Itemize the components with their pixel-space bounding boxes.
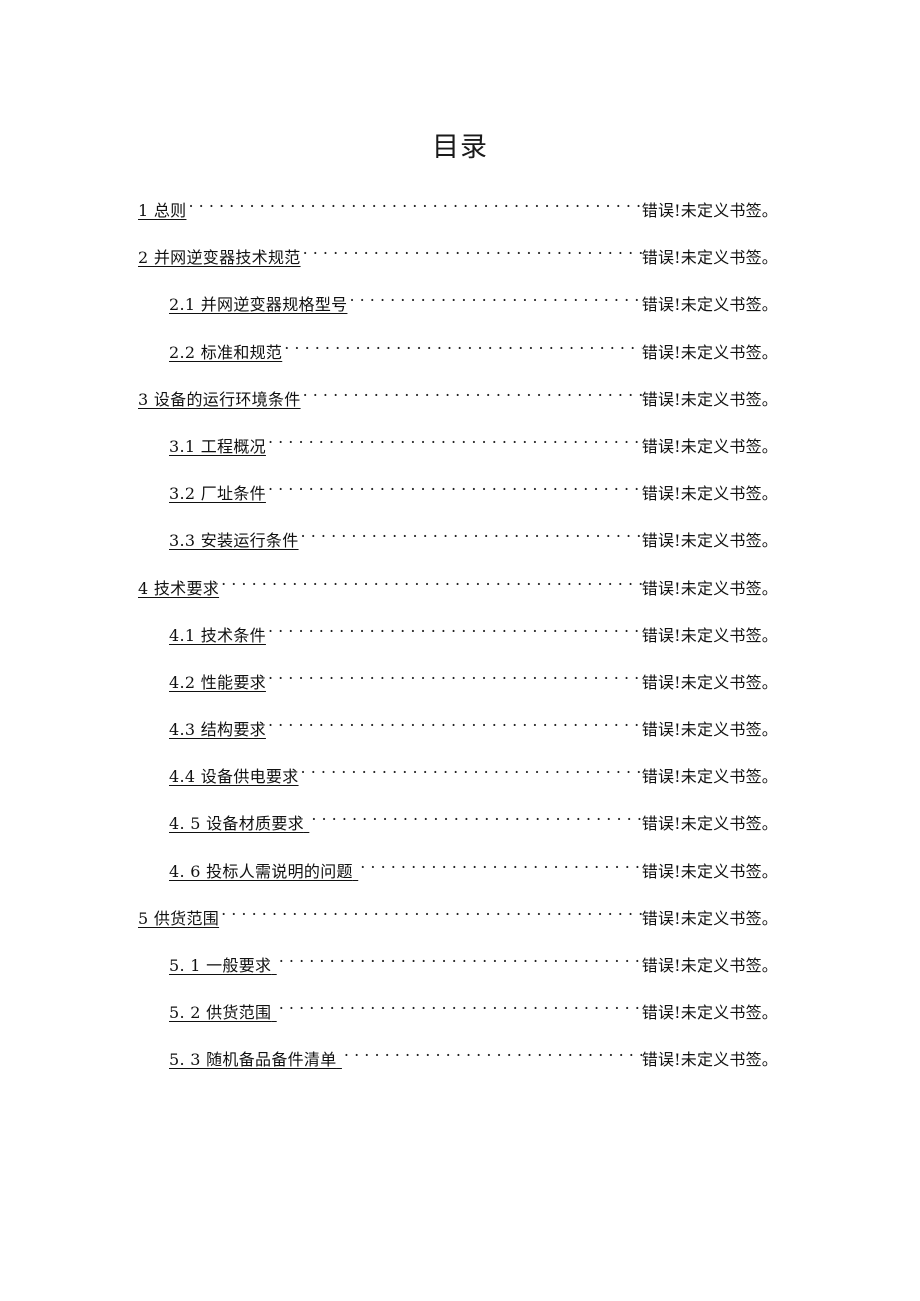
page-title: 目录 — [432, 132, 488, 163]
toc-entry-page-ref: 错误!未定义书签。 — [641, 531, 778, 551]
toc-dot-leader — [268, 432, 642, 452]
toc-entry-label[interactable]: 2.1 并网逆变器规格型号 — [169, 293, 347, 317]
toc-entry-page-ref: 错误!未定义书签。 — [641, 767, 778, 787]
toc-dot-leader — [349, 290, 641, 310]
toc-dot-leader — [344, 1045, 642, 1065]
toc-entry-page-ref: 错误!未定义书签。 — [641, 861, 778, 881]
toc-entry-label[interactable]: 3 设备的运行环境条件 — [138, 388, 301, 412]
toc-entry-page-ref: 错误!未定义书签。 — [641, 201, 778, 220]
toc-entry-page-ref: 错误!未定义书签。 — [641, 578, 778, 598]
toc-entry-page-ref: 错误!未定义书签。 — [641, 389, 778, 409]
toc-entry-label[interactable]: 2.2 标准和规范 — [169, 341, 282, 365]
toc-dot-leader — [303, 243, 642, 263]
toc-entry-page-ref: 错误!未定义书签。 — [641, 956, 778, 975]
toc-entry-label[interactable]: 3.2 厂址条件 — [169, 482, 266, 506]
toc-dot-leader — [268, 668, 642, 688]
toc-dot-leader — [221, 904, 642, 924]
toc-dot-leader — [268, 715, 642, 735]
toc-entry-label[interactable]: 4.4 设备供电要求 — [169, 765, 299, 789]
toc-entry[interactable]: 4. 6 投标人需说明的问题 错误!未定义书签。 — [138, 857, 778, 904]
toc-entry-page-ref: 错误!未定义书签。 — [641, 248, 778, 268]
toc-entry-label[interactable]: 4.3 结构要求 — [169, 718, 266, 742]
toc-dot-leader — [188, 196, 641, 216]
toc-entry-page-ref: 错误!未定义书签。 — [641, 342, 778, 362]
toc-entry-page-ref: 错误!未定义书签。 — [641, 814, 778, 834]
toc-entry[interactable]: 2.1 并网逆变器规格型号 错误!未定义书签。 — [138, 290, 778, 337]
toc-dot-leader — [301, 762, 642, 782]
toc-dot-leader — [311, 809, 641, 829]
toc-entry[interactable]: 5 供货范围 错误!未定义书签。 — [138, 904, 778, 951]
toc-entry[interactable]: 4.3 结构要求 错误!未定义书签。 — [138, 715, 778, 762]
toc-dot-leader — [221, 574, 642, 594]
toc-entry[interactable]: 1 总则 错误!未定义书签。 — [138, 196, 778, 243]
toc-entry-page-ref: 错误!未定义书签。 — [641, 720, 778, 740]
toc-dot-leader — [360, 857, 642, 877]
toc-entry-label[interactable]: 2 并网逆变器技术规范 — [138, 246, 301, 270]
toc-entry-label[interactable]: 1 总则 — [138, 199, 186, 223]
toc-entry-page-ref: 错误!未定义书签。 — [641, 1050, 778, 1070]
toc-entry-label[interactable]: 5. 2 供货范围 — [169, 1001, 277, 1025]
toc-entry-label[interactable]: 4 技术要求 — [138, 577, 219, 601]
toc-entry[interactable]: 4.4 设备供电要求 错误!未定义书签。 — [138, 762, 778, 809]
toc-entry[interactable]: 4. 5 设备材质要求 错误!未定义书签。 — [138, 809, 778, 856]
toc-dot-leader — [303, 385, 642, 405]
toc-entry-label[interactable]: 3.1 工程概况 — [169, 435, 266, 459]
toc-entry-label[interactable]: 4. 5 设备材质要求 — [169, 812, 309, 836]
document-page: 目录 1 总则错误!未定义书签。2 并网逆变器技术规范错误!未定义书签。2.1 … — [0, 0, 920, 1301]
toc-entry-label[interactable]: 4.2 性能要求 — [169, 671, 266, 695]
toc-entry-page-ref: 错误!未定义书签。 — [641, 436, 778, 456]
toc-entry-label[interactable]: 3.3 安装运行条件 — [169, 529, 299, 553]
toc-entry-page-ref: 错误!未定义书签。 — [641, 295, 778, 315]
toc-entry[interactable]: 3.3 安装运行条件 错误!未定义书签。 — [138, 526, 778, 573]
toc-entry[interactable]: 3.1 工程概况 错误!未定义书签。 — [138, 432, 778, 479]
toc-entry[interactable]: 2.2 标准和规范 错误!未定义书签。 — [138, 338, 778, 385]
toc-entry[interactable]: 5. 1 一般要求 错误!未定义书签。 — [138, 951, 778, 998]
toc-dot-leader — [268, 479, 642, 499]
table-of-contents: 1 总则错误!未定义书签。2 并网逆变器技术规范错误!未定义书签。2.1 并网逆… — [138, 196, 778, 1093]
toc-entry-page-ref: 错误!未定义书签。 — [641, 672, 778, 692]
toc-entry-page-ref: 错误!未定义书签。 — [641, 1003, 778, 1023]
toc-entry[interactable]: 4 技术要求 错误!未定义书签。 — [138, 574, 778, 621]
toc-entry[interactable]: 5. 2 供货范围 错误!未定义书签。 — [138, 998, 778, 1045]
toc-dot-leader — [279, 951, 642, 971]
toc-entry-label[interactable]: 5 供货范围 — [138, 907, 219, 931]
toc-dot-leader — [268, 621, 642, 641]
toc-entry[interactable]: 2 并网逆变器技术规范 错误!未定义书签。 — [138, 243, 778, 290]
toc-entry[interactable]: 4.1 技术条件 错误!未定义书签。 — [138, 621, 778, 668]
toc-entry[interactable]: 3 设备的运行环境条件 错误!未定义书签。 — [138, 385, 778, 432]
toc-entry-label[interactable]: 5. 3 随机备品备件清单 — [169, 1048, 342, 1072]
toc-entry-page-ref: 错误!未定义书签。 — [641, 484, 778, 504]
toc-entry[interactable]: 3.2 厂址条件 错误!未定义书签。 — [138, 479, 778, 526]
toc-entry-label[interactable]: 4. 6 投标人需说明的问题 — [169, 860, 358, 884]
toc-entry[interactable]: 4.2 性能要求 错误!未定义书签。 — [138, 668, 778, 715]
toc-entry-page-ref: 错误!未定义书签。 — [641, 908, 778, 928]
toc-dot-leader — [301, 526, 642, 546]
toc-entry-label[interactable]: 4.1 技术条件 — [169, 624, 266, 648]
toc-dot-leader — [279, 998, 642, 1018]
toc-dot-leader — [284, 338, 642, 358]
toc-entry-label[interactable]: 5. 1 一般要求 — [169, 954, 277, 978]
toc-entry[interactable]: 5. 3 随机备品备件清单 错误!未定义书签。 — [138, 1045, 778, 1092]
toc-entry-page-ref: 错误!未定义书签。 — [641, 625, 778, 645]
